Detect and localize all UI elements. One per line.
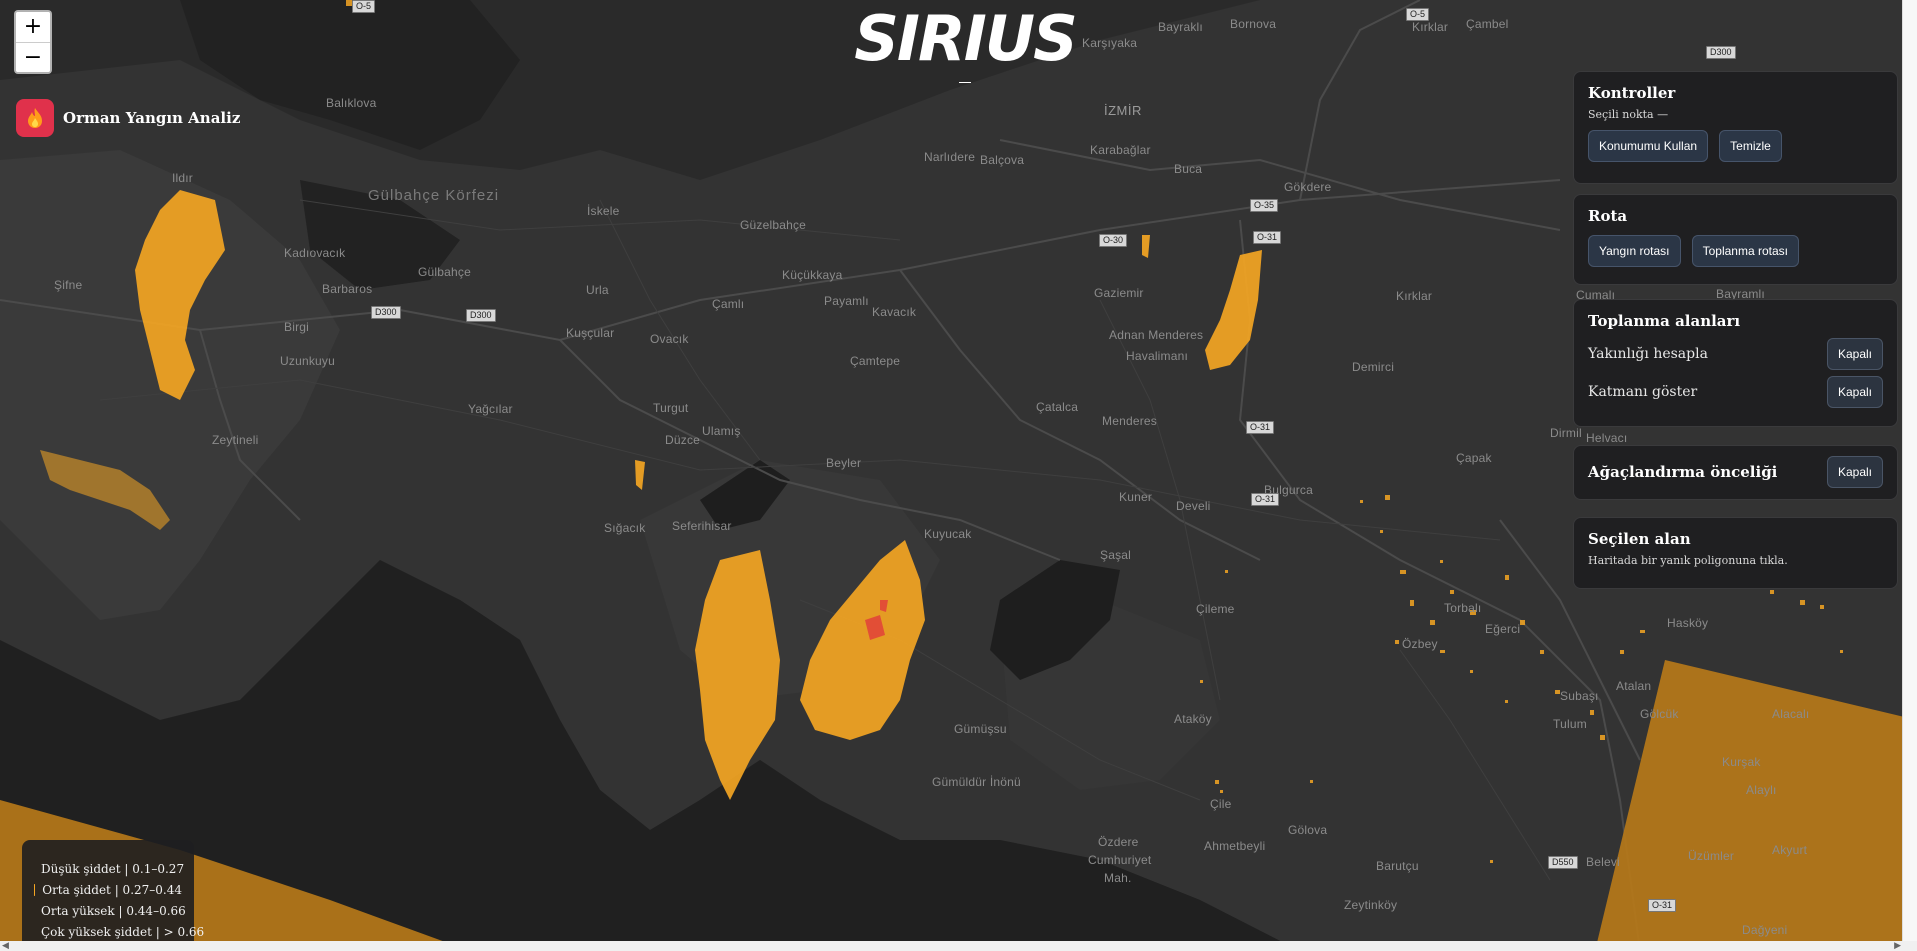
legend-label: Orta şiddet | 0.27–0.44 <box>42 882 182 897</box>
afforestation-title: Ağaçlandırma önceliği <box>1588 463 1778 481</box>
logo-text: SIRIUS <box>854 2 1078 75</box>
horizontal-scrollbar[interactable]: ◀ ▶ <box>0 941 1917 951</box>
controls-panel: Kontroller Seçili nokta — Konumumu Kulla… <box>1573 71 1898 184</box>
legend-item: Düşük şiddet | 0.1–0.27 <box>34 858 185 879</box>
layer-toggle[interactable]: Kapalı <box>1826 376 1883 408</box>
brand: Orman Yangın Analiz <box>16 99 240 137</box>
scroll-left-arrow[interactable]: ◀ <box>2 941 9 951</box>
legend-swatch <box>34 883 36 896</box>
route-panel: Rota Yangın rotası Toplanma rotası <box>1573 194 1898 285</box>
selected-area-hint: Haritada bir yanık poligonuna tıkla. <box>1588 554 1788 567</box>
fire-route-button[interactable]: Yangın rotası <box>1588 235 1681 267</box>
afforestation-panel: Ağaçlandırma önceliği Kapalı <box>1573 445 1898 500</box>
route-title: Rota <box>1588 207 1628 225</box>
use-location-button[interactable]: Konumumu Kullan <box>1588 130 1709 162</box>
zoom-in-button[interactable]: + <box>16 12 50 42</box>
proximity-toggle[interactable]: Kapalı <box>1826 338 1883 370</box>
legend-item: Çok yüksek şiddet | > 0.66 <box>34 921 204 942</box>
assembly-areas-title: Toplanma alanları <box>1588 312 1741 330</box>
proximity-label: Yakınlığı hesapla <box>1588 346 1708 362</box>
selected-point-text: Seçili nokta — <box>1588 108 1669 121</box>
brand-title: Orman Yangın Analiz <box>63 109 241 127</box>
layer-label: Katmanı göster <box>1588 384 1698 400</box>
legend-item: Orta şiddet | 0.27–0.44 <box>34 879 182 900</box>
severity-legend: Düşük şiddet | 0.1–0.27 Orta şiddet | 0.… <box>22 840 204 951</box>
scroll-right-arrow[interactable]: ▶ <box>1894 941 1901 951</box>
controls-title: Kontroller <box>1588 84 1676 102</box>
vertical-scrollbar[interactable] <box>1902 0 1917 941</box>
assembly-route-button[interactable]: Toplanma rotası <box>1691 235 1799 267</box>
zoom-control: + − <box>14 10 52 74</box>
sirius-logo: SIRIUS <box>840 8 1090 88</box>
legend-label: Düşük şiddet | 0.1–0.27 <box>41 861 185 876</box>
selected-area-title: Seçilen alan <box>1588 530 1691 548</box>
zoom-out-button[interactable]: − <box>16 42 50 72</box>
legend-label: Orta yüksek | 0.44–0.66 <box>41 903 186 918</box>
assembly-areas-panel: Toplanma alanları Yakınlığı hesapla Kapa… <box>1573 299 1898 427</box>
legend-item: Orta yüksek | 0.44–0.66 <box>34 900 186 921</box>
fire-icon <box>16 99 54 137</box>
clear-button[interactable]: Temizle <box>1719 130 1782 162</box>
legend-label: Çok yüksek şiddet | > 0.66 <box>41 924 205 939</box>
afforestation-toggle[interactable]: Kapalı <box>1826 456 1883 488</box>
selected-area-panel: Seçilen alan Haritada bir yanık poligonu… <box>1573 517 1898 589</box>
